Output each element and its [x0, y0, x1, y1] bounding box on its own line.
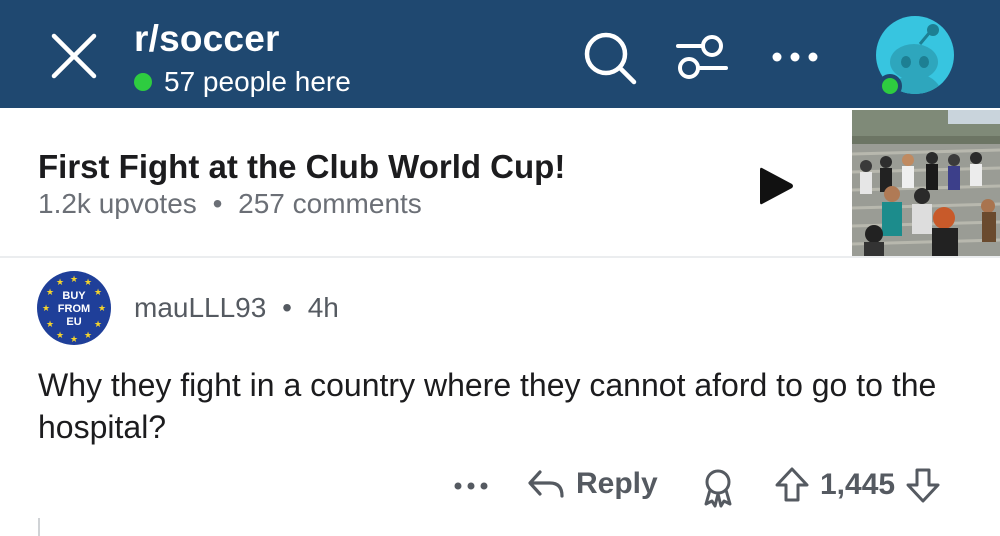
search-icon [584, 32, 637, 85]
comment-author[interactable]: mauLLL93 [134, 292, 266, 323]
post-thumbnail[interactable] [852, 110, 1000, 256]
crowd-photo-thumbnail [852, 110, 1000, 256]
buy-from-eu-badge: ★ ★ ★ ★ ★ ★ ★ ★ ★ ★ ★ ★ BUY FROM EU [37, 271, 111, 345]
svg-text:★: ★ [94, 320, 102, 330]
svg-text:★: ★ [56, 331, 64, 341]
online-count-label: 57 people here [164, 66, 351, 97]
post-title[interactable]: First Fight at the Club World Cup! [38, 148, 565, 186]
badge-line-2: FROM [58, 303, 90, 315]
user-avatar-button[interactable] [876, 16, 958, 98]
close-button[interactable] [46, 28, 102, 84]
svg-text:★: ★ [70, 335, 78, 345]
svg-text:★: ★ [70, 275, 78, 285]
filter-button[interactable] [674, 32, 730, 82]
reply-button[interactable]: Reply [526, 466, 658, 502]
post-upvotes: 1.2k upvotes [38, 188, 197, 219]
filter-icon [676, 35, 728, 79]
svg-text:★: ★ [46, 288, 54, 298]
svg-text:★: ★ [98, 304, 106, 314]
upvote-icon[interactable] [774, 466, 810, 504]
comment-more-button[interactable] [452, 474, 490, 498]
svg-text:★: ★ [46, 320, 54, 330]
svg-text:★: ★ [56, 278, 64, 288]
section-divider [0, 256, 1000, 258]
award-button[interactable] [700, 468, 736, 508]
badge-line-1: BUY [62, 290, 86, 302]
vote-score: 1,445 [820, 468, 896, 501]
play-icon [760, 167, 793, 205]
downvote-icon[interactable] [905, 466, 941, 504]
online-count: 57 people here [134, 66, 351, 98]
post-preview[interactable]: First Fight at the Club World Cup! 1.2k … [0, 108, 1000, 258]
post-comments-count: 257 comments [238, 188, 422, 219]
award-icon [704, 469, 732, 508]
svg-text:★: ★ [84, 331, 92, 341]
play-button[interactable] [756, 164, 796, 208]
reply-label: Reply [576, 467, 658, 500]
commenter-avatar[interactable]: ★ ★ ★ ★ ★ ★ ★ ★ ★ ★ ★ ★ BUY FROM EU [36, 270, 112, 346]
more-button[interactable] [768, 42, 822, 72]
online-indicator [134, 73, 152, 91]
comment-age: 4h [307, 292, 339, 323]
comment-body: Why they fight in a country where they c… [38, 367, 937, 445]
comment-meta: mauLLL93 • 4h [134, 292, 339, 324]
meta-separator: • [212, 188, 223, 219]
comment-thread-line [38, 518, 40, 536]
vote-controls: 1,445 [774, 466, 941, 504]
subreddit-header: r/soccer 57 people here [0, 0, 1000, 108]
post-meta: 1.2k upvotes • 257 comments [38, 188, 422, 220]
more-icon [454, 482, 488, 490]
search-button[interactable] [582, 30, 638, 86]
svg-text:★: ★ [94, 288, 102, 298]
close-icon [51, 33, 97, 79]
comment-action-bar: Reply 1,445 [0, 462, 1000, 512]
reply-icon [528, 470, 564, 498]
svg-text:★: ★ [42, 304, 50, 314]
svg-text:★: ★ [84, 278, 92, 288]
meta-separator: • [282, 292, 292, 323]
badge-line-3: EU [66, 316, 81, 328]
more-icon [772, 52, 818, 62]
subreddit-name[interactable]: r/soccer [134, 18, 280, 60]
online-status-dot [878, 74, 902, 98]
